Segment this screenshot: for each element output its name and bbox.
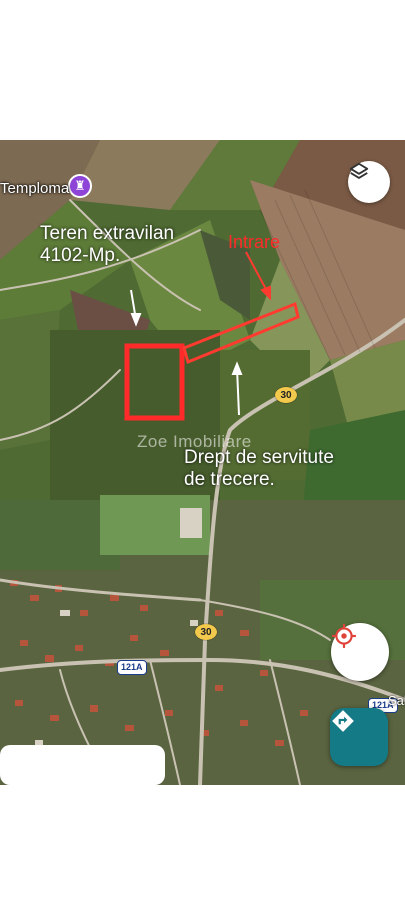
redaction-bottom-2 — [0, 785, 405, 900]
layers-button[interactable] — [348, 161, 390, 203]
directions-button[interactable] — [330, 708, 388, 766]
redaction-top — [0, 0, 405, 8]
directions-icon — [332, 710, 354, 732]
my-location-button[interactable] — [331, 623, 389, 681]
easement-note: Drept de servitute de trecere. — [184, 447, 334, 491]
easement-line2: de trecere. — [184, 469, 275, 490]
redaction-band-1 — [0, 8, 405, 98]
road-shield-30-upper: 30 — [275, 387, 297, 403]
church-icon[interactable]: ♜ — [68, 174, 92, 198]
layers-icon — [349, 162, 369, 179]
my-location-icon — [332, 624, 356, 648]
redaction-band-2 — [0, 98, 405, 140]
satellite-map[interactable]: ♜ Templomа Teren extravilan 4102-Mp. Int… — [0, 140, 405, 785]
watermark: Zoe Imobiliare — [137, 432, 252, 451]
road-shield-121a-left: 121A — [117, 660, 147, 675]
redaction-bottom-1 — [0, 745, 165, 785]
land-title-line1: Teren extravilan — [40, 223, 175, 244]
land-title-line2: 4102-Mp. — [40, 245, 121, 266]
poi-label[interactable]: Templomа — [0, 180, 69, 197]
road-shield-30-lower: 30 — [195, 624, 217, 640]
place-label-cut: Sal — [388, 693, 405, 708]
entrance-label: Intrare — [228, 232, 281, 252]
land-title: Teren extravilan 4102-Mp. — [40, 223, 174, 267]
